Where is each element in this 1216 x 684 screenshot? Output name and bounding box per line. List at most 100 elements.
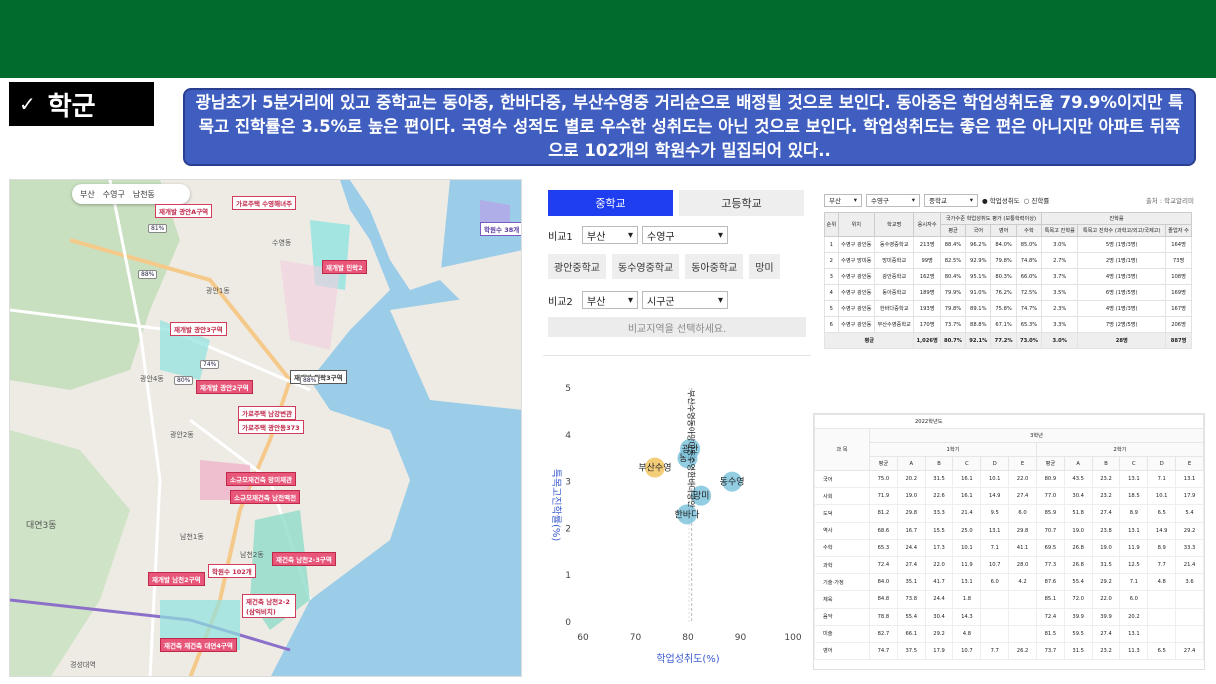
- map-tag[interactable]: 학원수 102개: [208, 564, 256, 578]
- tab-high-school[interactable]: 고등학교: [679, 190, 804, 216]
- map-label: 광안1동: [206, 287, 230, 295]
- table-cell: 73.0%: [1015, 332, 1043, 349]
- map-search-sido: 부산: [80, 189, 95, 199]
- table-cell: 4명 (1명/3명): [1077, 300, 1167, 317]
- table-cell: 6명 (1명/5명): [1077, 284, 1167, 301]
- radio-achievement[interactable]: ● 학업성취도: [982, 195, 1020, 205]
- table-row[interactable]: 4 수영구 광안동 동아중학교 189명 79.9% 91.0% 76.2% 72.5% 3.5…: [824, 284, 1192, 301]
- map-tag[interactable]: 재개발 남천2구역: [148, 572, 205, 586]
- table-cell: 72.4: [869, 555, 898, 575]
- table-cell: 6.5: [1147, 504, 1177, 523]
- table-row[interactable]: 6 수영구 광안동 부산수영중학교 170명 73.7% 88.8% 67.1% 65.3% 3…: [824, 316, 1192, 333]
- table-cell: 92.1%: [965, 332, 992, 349]
- table-row[interactable]: 2 수영구 망미동 망미중학교 99명 82.5% 92.9% 79.8% 74.8% 2.7%…: [824, 252, 1192, 269]
- table-cell: 7명 (2명/5명): [1077, 316, 1167, 333]
- table-cell: 82.5%: [939, 252, 967, 269]
- table-row[interactable]: 3 수영구 광안동 광안중학교 162명 80.4% 95.1% 80.3% 66.0% 3.7…: [824, 268, 1192, 285]
- tab-middle-school[interactable]: 중학교: [548, 190, 673, 216]
- table-row[interactable]: 1 수영구 광안동 동수영중학교 213명 88.4% 96.2% 84.0% 85.0% 3.…: [824, 236, 1192, 253]
- map-tag[interactable]: 재건축 남천2-2 (삼익비치): [242, 594, 296, 618]
- pct-badge: 74%: [200, 360, 220, 369]
- map-label: 남천2동: [240, 551, 264, 559]
- table-cell: 74.7: [869, 641, 898, 661]
- map-location-search[interactable]: 부산 수영구 남천동: [72, 184, 190, 204]
- table-cell: 2.7%: [1041, 252, 1079, 269]
- school-chip[interactable]: 망미: [749, 254, 780, 279]
- compare1-sido-select[interactable]: 부산 ▾: [582, 226, 638, 244]
- table-cell: 79.8%: [939, 300, 967, 317]
- map-tag[interactable]: 학원수 38개: [480, 222, 521, 236]
- table-cell: 167명: [1165, 300, 1192, 317]
- map-tag[interactable]: 소규모재건축 남천맥천: [230, 490, 301, 504]
- table-cell: 26.2: [1008, 641, 1037, 661]
- table-cell: 27.4: [1091, 504, 1121, 523]
- table-cell: 6.0: [1119, 590, 1149, 609]
- table-cell: 51.8: [1063, 504, 1093, 523]
- table2-sem1: 1학기: [869, 442, 1037, 457]
- table-cell: 84.0: [869, 573, 898, 592]
- table-cell: 108명: [1165, 268, 1192, 285]
- map-tag[interactable]: 재개발 광안A구역: [155, 204, 213, 218]
- chevron-down-icon: ▾: [853, 196, 857, 204]
- col-grade: D: [980, 456, 1010, 471]
- map-tag[interactable]: 재건축 재건축 대연4구역: [160, 638, 237, 652]
- table-cell: 55.4: [1063, 573, 1093, 592]
- map-panel[interactable]: 부산 수영구 남천동 재개발 광안A구역 가로주택 수영해녀주 재개발 민락2 …: [9, 179, 522, 677]
- map-label: 남천1동: [180, 533, 204, 541]
- col-grade: D: [1147, 456, 1177, 471]
- filter-level-select[interactable]: 중학교 ▾: [924, 193, 978, 207]
- filter-gu-select[interactable]: 수영구 ▾: [866, 193, 920, 207]
- col-graduates: 졸업자 수: [1165, 224, 1192, 237]
- data-label: 동수영: [720, 477, 745, 488]
- table2-year: 2022학년도: [814, 414, 1204, 429]
- table-cell: 13.1: [1175, 469, 1204, 489]
- table-row: 사회 71.9 19.0 22.6 16.1 14.9 27.4 77.0 30.4 23.2 18…: [814, 487, 1204, 506]
- table-cell: 30.4: [924, 607, 954, 626]
- compare-hint: 비교지역을 선택하세요.: [548, 317, 806, 337]
- y-tick-label: 2: [565, 524, 571, 534]
- table-cell: 85.1: [1035, 590, 1065, 609]
- radio-admission[interactable]: ○ 진학률: [1024, 195, 1050, 205]
- col-grade: C: [1119, 456, 1149, 471]
- table-cell: 10.7: [952, 641, 982, 661]
- table-cell: 31.5: [924, 469, 954, 489]
- table-cell: [1175, 590, 1204, 609]
- table-cell: 82.7: [869, 624, 898, 643]
- compare1-sido-value: 부산: [587, 231, 606, 243]
- compare2-gu-select[interactable]: 시구군 ▾: [642, 291, 728, 309]
- table-cell: 76.2%: [990, 284, 1017, 301]
- compare1-gu-select[interactable]: 수영구 ▾: [642, 226, 728, 244]
- map-tag[interactable]: 재건축 남천2-3구역: [272, 552, 336, 566]
- table-cell: 21.4: [1175, 555, 1204, 575]
- map-tag[interactable]: 가로주택 광안동373: [238, 420, 304, 434]
- filter-sido-select[interactable]: 부산 ▾: [824, 193, 862, 207]
- table-cell: 7.1: [1119, 573, 1149, 592]
- map-tag[interactable]: 재개발 광안3구역: [170, 322, 227, 336]
- table-cell: 74.7%: [1015, 300, 1043, 317]
- stacked-label: 부산수영동아망미동수영한바다광안: [687, 390, 697, 508]
- table-row[interactable]: 5 수영구 광안동 한바다중학교 193명 79.8% 89.1% 75.8% 74.7% 2.…: [824, 300, 1192, 317]
- col-school: 학교명: [873, 212, 915, 237]
- table-cell: 85.0%: [1015, 236, 1043, 253]
- map-tag[interactable]: 재개발 민락2: [322, 260, 367, 274]
- compare2-sido-select[interactable]: 부산 ▾: [582, 291, 638, 309]
- table-cell: 16.1: [952, 469, 982, 489]
- map-tag[interactable]: 가로주택 수영해녀주: [232, 196, 297, 210]
- compare2-gu-value: 시구군: [647, 296, 675, 308]
- table-cell: 27.4: [896, 555, 926, 575]
- map-tag[interactable]: 소규모재건축 망미재관: [226, 472, 297, 486]
- school-chip[interactable]: 동아중학교: [685, 254, 744, 279]
- table-cell: 79.8%: [990, 252, 1017, 269]
- section-title: 학군: [47, 91, 96, 122]
- table-cell: 80.4%: [939, 268, 967, 285]
- school-chip[interactable]: 동수영중학교: [612, 254, 680, 279]
- map-tag[interactable]: 재개발 광안2구역: [196, 380, 253, 394]
- subject-name: 국어: [814, 469, 870, 489]
- table-cell: 23.8: [1091, 521, 1121, 540]
- table-cell: 6.0: [1008, 504, 1037, 523]
- subject-name: 영어: [814, 641, 870, 661]
- table-cell: 71.9: [869, 487, 898, 506]
- table-cell: 72.5%: [1015, 284, 1043, 301]
- school-chip[interactable]: 광안중학교: [548, 254, 606, 279]
- map-tag[interactable]: 가로주택 남강변관: [238, 406, 297, 420]
